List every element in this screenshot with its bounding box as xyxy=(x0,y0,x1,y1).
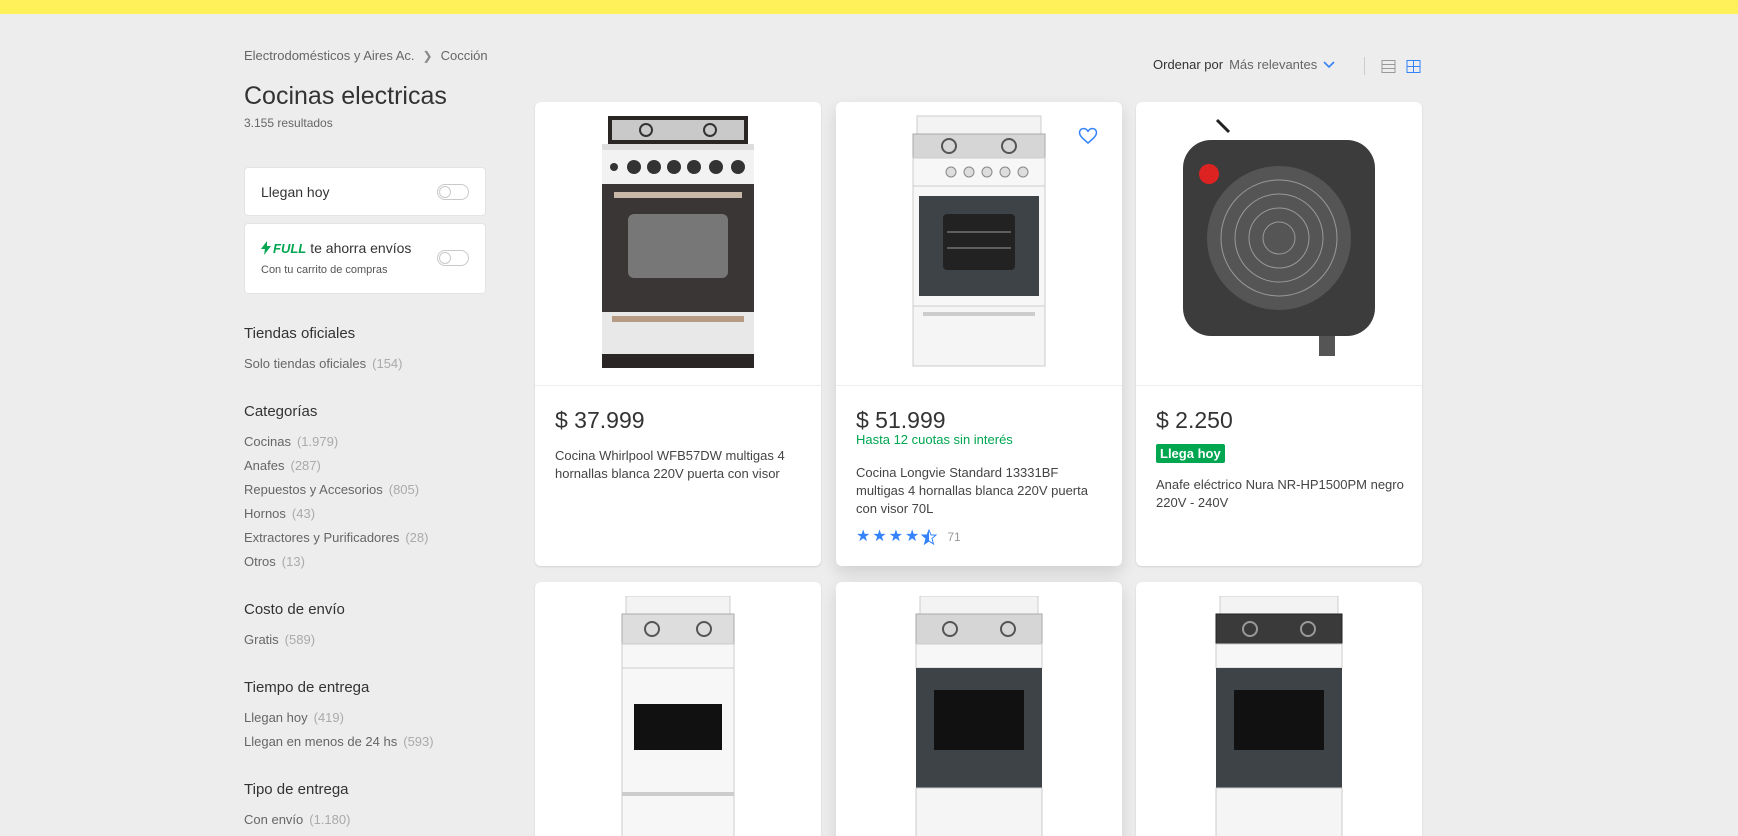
llegan-hoy-filter-card[interactable]: Llegan hoy xyxy=(244,167,486,216)
filter-count: (1.979) xyxy=(296,434,339,449)
filter-title-tiempo: Tiempo de entrega xyxy=(244,679,370,696)
top-banner xyxy=(0,0,1738,14)
filter-item-otros[interactable]: Otros (13) xyxy=(244,554,305,569)
filter-count: (589) xyxy=(284,632,316,647)
llegan-hoy-toggle[interactable] xyxy=(437,184,469,200)
filter-title-costo: Costo de envío xyxy=(244,601,345,618)
filter-item-con-envio[interactable]: Con envío (1.180) xyxy=(244,812,350,827)
product-image[interactable] xyxy=(1136,102,1422,386)
product-image[interactable] xyxy=(836,582,1122,836)
star-icon: ★ xyxy=(905,528,920,545)
filter-item-hornos[interactable]: Hornos (43) xyxy=(244,506,315,521)
grid-view-icon[interactable] xyxy=(1406,59,1421,74)
filter-item-repuestos[interactable]: Repuestos y Accesorios (805) xyxy=(244,482,419,497)
product-installments: Hasta 12 cuotas sin interés xyxy=(856,432,1013,447)
filter-item-gratis[interactable]: Gratis (589) xyxy=(244,632,315,647)
filter-count: (419) xyxy=(313,710,344,725)
full-text: te ahorra envíos xyxy=(310,240,412,256)
filter-title-categorias: Categorías xyxy=(244,403,318,420)
full-badge-text: FULL xyxy=(273,240,307,256)
filter-label: Repuestos y Accesorios xyxy=(244,482,383,497)
llegan-hoy-label: Llegan hoy xyxy=(261,184,330,200)
full-row: FULL te ahorra envíos xyxy=(261,240,411,256)
chevron-right-icon: ❯ xyxy=(422,48,433,63)
full-toggle[interactable] xyxy=(437,250,469,266)
filter-count: (28) xyxy=(405,530,429,545)
filter-count: (43) xyxy=(291,506,316,521)
filter-title-tipo: Tipo de entrega xyxy=(244,781,349,798)
star-icon: ★ xyxy=(872,528,887,545)
filter-label: Anafes xyxy=(244,458,285,473)
stove-image xyxy=(915,596,1043,836)
product-title[interactable]: Anafe eléctrico Nura NR-HP1500PM negro 2… xyxy=(1156,476,1404,512)
chevron-down-icon xyxy=(1323,60,1335,68)
product-rating: ★ ★ ★ ★ 71 xyxy=(856,529,961,545)
anafe-image xyxy=(1183,118,1375,356)
filter-item-solo-tiendas[interactable]: Solo tiendas oficiales (154) xyxy=(244,356,403,371)
star-icon: ★ xyxy=(856,528,871,545)
product-title[interactable]: Cocina Longvie Standard 13331BF multigas… xyxy=(856,464,1104,518)
filter-label: Llegan hoy xyxy=(244,710,308,725)
product-card[interactable] xyxy=(836,582,1122,836)
filter-label: Extractores y Purificadores xyxy=(244,530,400,545)
filter-count: (287) xyxy=(290,458,321,473)
product-card[interactable] xyxy=(1136,582,1422,836)
breadcrumb-parent[interactable]: Electrodomésticos y Aires Ac. xyxy=(244,48,415,63)
full-badge: FULL xyxy=(261,241,306,256)
filter-count: (805) xyxy=(388,482,420,497)
filter-label: Otros xyxy=(244,554,276,569)
list-view-icon[interactable] xyxy=(1381,59,1396,74)
breadcrumb: Electrodomésticos y Aires Ac. ❯ Cocción xyxy=(244,48,488,63)
product-card[interactable]: $ 2.250 Llega hoy Anafe eléctrico Nura N… xyxy=(1136,102,1422,566)
star-icon: ★ xyxy=(888,528,904,545)
sort-value: Más relevantes xyxy=(1229,57,1318,72)
page-title: Cocinas electricas xyxy=(244,82,447,110)
sort-label: Ordenar por xyxy=(1153,57,1224,72)
stove-image xyxy=(1215,596,1343,836)
filter-label: Hornos xyxy=(244,506,286,521)
filter-title-tiendas: Tiendas oficiales xyxy=(244,325,356,342)
star-half-icon xyxy=(921,529,938,545)
stove-image xyxy=(602,115,754,368)
breadcrumb-current[interactable]: Cocción xyxy=(441,48,488,63)
product-price: $ 37.999 xyxy=(555,407,645,433)
toggle-knob xyxy=(439,252,451,264)
product-image[interactable] xyxy=(535,582,821,836)
sort-control[interactable]: Ordenar por Más relevantes xyxy=(1153,57,1335,72)
full-filter-card[interactable]: FULL te ahorra envíos Con tu carrito de … xyxy=(244,223,486,294)
filter-item-menos-24hs[interactable]: Llegan en menos de 24 hs (593) xyxy=(244,734,434,749)
filter-count: (593) xyxy=(403,734,434,749)
product-card[interactable]: $ 51.999 Hasta 12 cuotas sin interés Coc… xyxy=(836,102,1122,566)
product-card[interactable] xyxy=(535,582,821,836)
filter-count: (154) xyxy=(372,356,403,371)
filter-label: Con envío xyxy=(244,812,304,827)
filter-label: Cocinas xyxy=(244,434,291,449)
product-card[interactable]: $ 37.999 Cocina Whirlpool WFB57DW multig… xyxy=(535,102,821,566)
filter-item-anafes[interactable]: Anafes (287) xyxy=(244,458,321,473)
stove-image xyxy=(912,115,1046,366)
bolt-icon xyxy=(261,241,271,255)
product-title[interactable]: Cocina Whirlpool WFB57DW multigas 4 horn… xyxy=(555,447,803,483)
stove-image xyxy=(621,596,735,836)
heart-icon[interactable] xyxy=(1078,126,1098,146)
product-price: $ 2.250 xyxy=(1156,407,1233,433)
full-subtext: Con tu carrito de compras xyxy=(261,264,388,276)
filter-item-llegan-hoy[interactable]: Llegan hoy (419) xyxy=(244,710,344,725)
filter-label: Solo tiendas oficiales xyxy=(244,356,367,371)
llega-hoy-badge: Llega hoy xyxy=(1156,444,1225,463)
view-divider xyxy=(1364,57,1365,75)
product-price: $ 51.999 xyxy=(856,407,946,433)
filter-label: Llegan en menos de 24 hs xyxy=(244,734,398,749)
filter-count: (1.180) xyxy=(309,812,351,827)
filter-item-extractores[interactable]: Extractores y Purificadores (28) xyxy=(244,530,428,545)
filter-count: (13) xyxy=(281,554,305,569)
product-image[interactable] xyxy=(535,102,821,386)
filter-label: Gratis xyxy=(244,632,279,647)
results-count: 3.155 resultados xyxy=(244,116,333,130)
rating-count: 71 xyxy=(947,530,961,544)
filter-item-cocinas[interactable]: Cocinas (1.979) xyxy=(244,434,338,449)
toggle-knob xyxy=(439,186,451,198)
product-image[interactable] xyxy=(1136,582,1422,836)
